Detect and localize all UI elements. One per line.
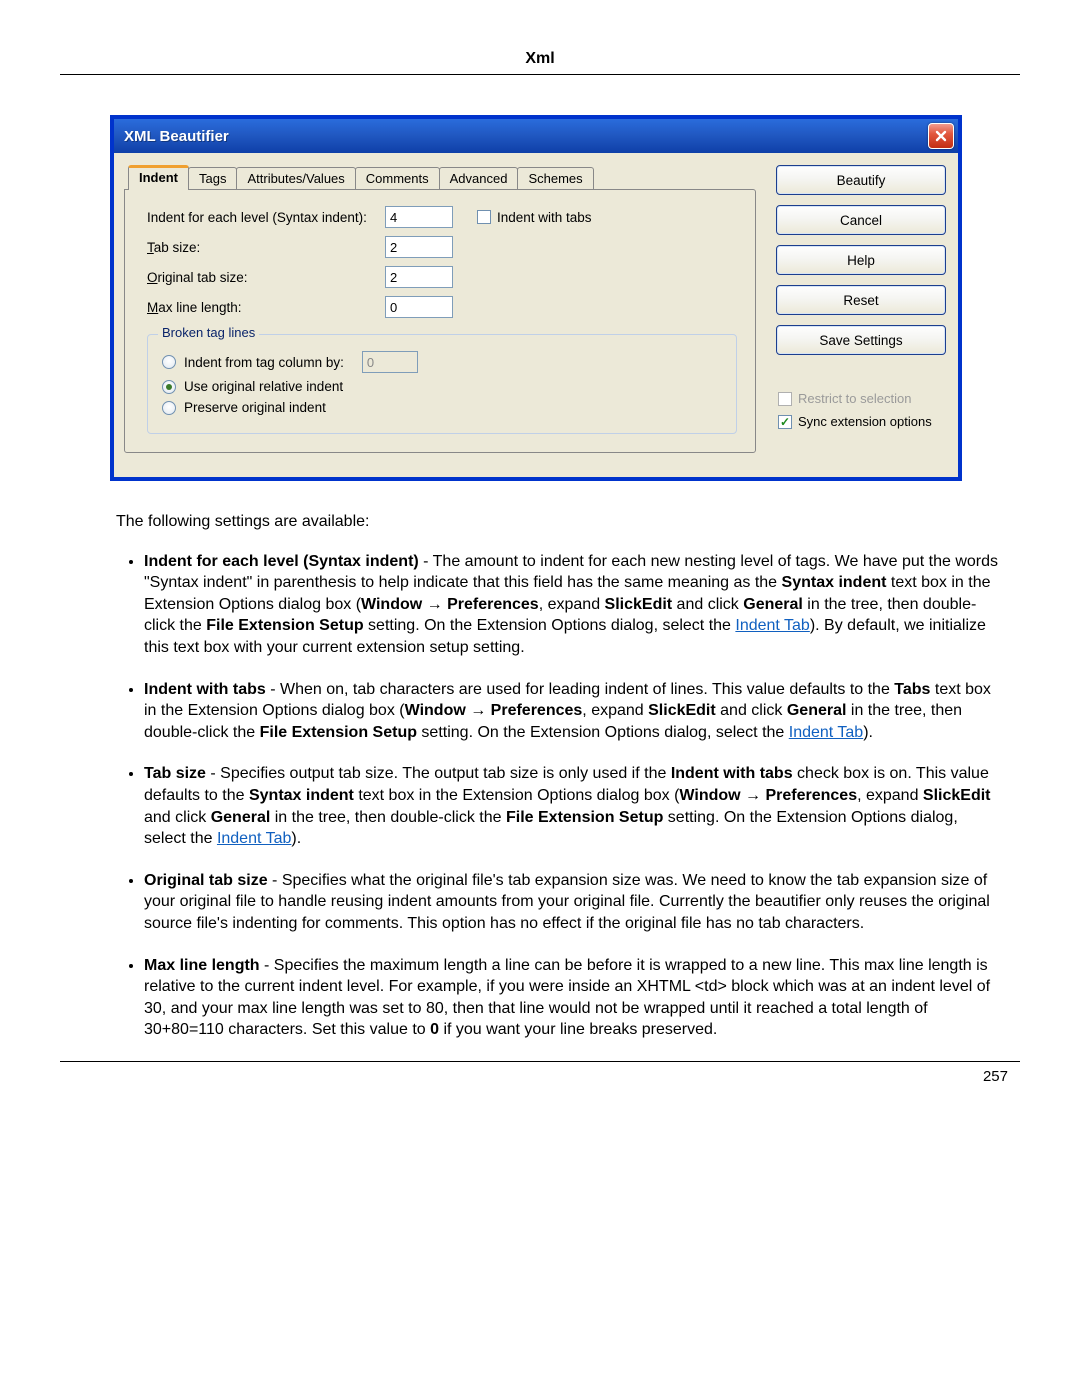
link-indent-tab[interactable]: Indent Tab bbox=[735, 617, 809, 634]
tab-bar: Indent Tags Attributes/Values Comments A… bbox=[124, 163, 756, 189]
restrict-to-selection-checkbox bbox=[778, 392, 792, 406]
label-indent-with-tabs: Indent with tabs bbox=[497, 210, 592, 225]
label-original-tab-size: Original tab size: bbox=[147, 270, 385, 285]
bullet-max-line-length: Max line length - Specifies the maximum … bbox=[144, 955, 1000, 1041]
label-max-line-length: Max line length: bbox=[147, 300, 385, 315]
label-sync-extension-options: Sync extension options bbox=[798, 414, 932, 429]
reset-button[interactable]: Reset bbox=[776, 285, 946, 315]
label-tab-size: Tab size: bbox=[147, 240, 385, 255]
tab-schemes[interactable]: Schemes bbox=[517, 167, 593, 189]
link-indent-tab[interactable]: Indent Tab bbox=[217, 830, 291, 847]
broken-tag-lines-group: Broken tag lines Indent from tag column … bbox=[147, 334, 737, 434]
max-line-length-input[interactable] bbox=[385, 296, 453, 318]
header-rule bbox=[60, 74, 1020, 75]
close-icon[interactable] bbox=[928, 123, 954, 149]
radio-use-original-relative-indent[interactable] bbox=[162, 380, 176, 394]
tab-comments[interactable]: Comments bbox=[355, 167, 440, 189]
link-indent-tab[interactable]: Indent Tab bbox=[789, 724, 863, 741]
help-button[interactable]: Help bbox=[776, 245, 946, 275]
label-indent-from-tag-column: Indent from tag column by: bbox=[184, 355, 344, 370]
label-preserve-original-indent: Preserve original indent bbox=[184, 400, 326, 415]
indent-each-level-input[interactable] bbox=[385, 206, 453, 228]
save-settings-button[interactable]: Save Settings bbox=[776, 325, 946, 355]
xml-beautifier-dialog: XML Beautifier Indent Tags Attributes/Va… bbox=[110, 115, 962, 481]
intro-paragraph: The following settings are available: bbox=[116, 511, 1000, 533]
page-header-title: Xml bbox=[60, 50, 1020, 68]
indent-tab-panel: Indent for each level (Syntax indent): I… bbox=[124, 189, 756, 453]
radio-preserve-original-indent[interactable] bbox=[162, 401, 176, 415]
footer-rule: 257 bbox=[60, 1061, 1020, 1085]
tab-tags[interactable]: Tags bbox=[188, 167, 237, 189]
bullet-original-tab-size: Original tab size - Specifies what the o… bbox=[144, 870, 1000, 935]
indent-from-tag-column-input bbox=[362, 351, 418, 373]
label-use-original-relative-indent: Use original relative indent bbox=[184, 379, 343, 394]
dialog-title: XML Beautifier bbox=[124, 128, 928, 145]
cancel-button[interactable]: Cancel bbox=[776, 205, 946, 235]
broken-tag-lines-legend: Broken tag lines bbox=[158, 325, 259, 340]
bullet-indent-with-tabs: Indent with tabs - When on, tab characte… bbox=[144, 679, 1000, 744]
titlebar: XML Beautifier bbox=[114, 119, 958, 153]
indent-with-tabs-checkbox[interactable] bbox=[477, 210, 491, 224]
tab-indent[interactable]: Indent bbox=[128, 165, 189, 190]
label-restrict-to-selection: Restrict to selection bbox=[798, 391, 911, 406]
original-tab-size-input[interactable] bbox=[385, 266, 453, 288]
tab-attributes-values[interactable]: Attributes/Values bbox=[236, 167, 355, 189]
document-body: The following settings are available: In… bbox=[60, 511, 1020, 1041]
page-number: 257 bbox=[60, 1068, 1020, 1085]
sync-extension-options-checkbox[interactable] bbox=[778, 415, 792, 429]
radio-indent-from-tag-column[interactable] bbox=[162, 355, 176, 369]
beautify-button[interactable]: Beautify bbox=[776, 165, 946, 195]
bullet-tab-size: Tab size - Specifies output tab size. Th… bbox=[144, 763, 1000, 849]
tab-advanced[interactable]: Advanced bbox=[439, 167, 519, 189]
tab-size-input[interactable] bbox=[385, 236, 453, 258]
bullet-indent-each-level: Indent for each level (Syntax indent) - … bbox=[144, 551, 1000, 659]
label-indent-each-level: Indent for each level (Syntax indent): bbox=[147, 210, 385, 225]
